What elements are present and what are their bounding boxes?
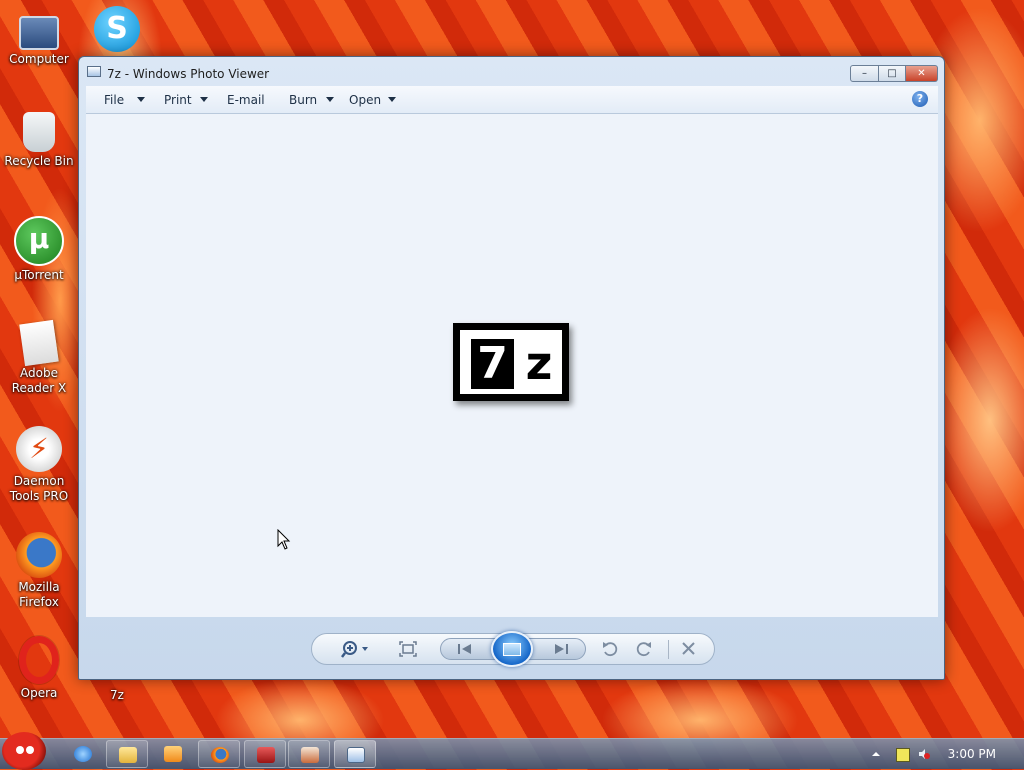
taskbar: 3:00 PM	[0, 732, 1024, 770]
firefox-icon	[211, 747, 229, 763]
menu-file[interactable]: File	[104, 93, 124, 107]
system-tray: 3:00 PM	[854, 739, 1024, 769]
delete-icon[interactable]	[679, 640, 699, 658]
viewer-controls	[311, 631, 715, 667]
rotate-counterclockwise-icon[interactable]	[600, 640, 620, 658]
rotate-clockwise-icon[interactable]	[634, 640, 654, 658]
desktop-icon-label: Recycle Bin	[4, 154, 74, 168]
firefox-icon	[16, 532, 62, 578]
logo-number: 7	[471, 339, 514, 389]
7z-logo-image: 7 z	[453, 323, 569, 401]
menu-burn[interactable]: Burn	[289, 93, 317, 107]
photo-viewer-window: 7z - Windows Photo Viewer – □ ✕ File Pri…	[78, 56, 945, 680]
slideshow-icon[interactable]	[491, 631, 533, 667]
app-icon	[301, 747, 319, 763]
title-bar[interactable]: 7z - Windows Photo Viewer – □ ✕	[79, 57, 944, 85]
logo-letter: z	[525, 336, 553, 390]
menu-open[interactable]: Open	[349, 93, 381, 107]
menu-email[interactable]: E-mail	[227, 93, 265, 107]
minimize-button[interactable]: –	[850, 65, 879, 82]
volume-muted-icon[interactable]	[918, 748, 930, 760]
help-icon[interactable]: ?	[912, 91, 928, 107]
menu-print[interactable]: Print	[164, 93, 192, 107]
maximize-button[interactable]: □	[879, 65, 906, 82]
desktop-icon-label: Opera	[20, 686, 58, 700]
show-hidden-icons-icon[interactable]	[870, 748, 882, 760]
control-separator	[668, 640, 669, 659]
computer-icon	[19, 16, 59, 50]
folder-icon	[119, 747, 137, 763]
chevron-down-icon[interactable]	[326, 97, 334, 102]
taskbar-app-bird[interactable]	[288, 740, 330, 768]
desktop-icon-adobe-reader[interactable]: Adobe Reader X	[0, 319, 78, 396]
ie-icon	[74, 746, 92, 762]
desktop-icon-utorrent[interactable]: µ µTorrent	[0, 216, 78, 283]
chevron-down-icon[interactable]	[137, 97, 145, 102]
mouse-cursor-icon	[277, 529, 291, 550]
desktop-icon-7z[interactable]: 7z	[78, 688, 156, 703]
media-player-icon	[164, 746, 182, 762]
photo-viewer-icon	[347, 747, 365, 763]
desktop-icon-recycle-bin[interactable]: Recycle Bin	[0, 112, 78, 169]
previous-icon[interactable]	[455, 640, 475, 658]
daemon-tools-icon: ⚡	[16, 426, 62, 472]
desktop-icon-label: µTorrent	[14, 268, 64, 282]
taskbar-firefox[interactable]	[198, 740, 240, 768]
desktop-icon-label: 7z	[110, 688, 124, 702]
photo-viewer-icon	[87, 66, 101, 77]
desktop-icon-firefox[interactable]: Mozilla Firefox	[0, 532, 78, 610]
start-orb-icon[interactable]	[2, 732, 46, 770]
menu-bar: File Print E-mail Burn Open ?	[86, 86, 938, 114]
window-controls: – □ ✕	[850, 65, 938, 82]
taskbar-media-player[interactable]	[152, 740, 194, 768]
taskbar-ie[interactable]	[62, 740, 104, 768]
utorrent-icon: µ	[14, 216, 64, 266]
opera-icon	[19, 636, 59, 684]
chevron-down-icon[interactable]	[200, 97, 208, 102]
window-title: 7z - Windows Photo Viewer	[107, 67, 270, 81]
desktop-icon-daemon-tools[interactable]: ⚡ Daemon Tools PRO	[0, 426, 78, 504]
taskbar-app-red[interactable]	[244, 740, 286, 768]
desktop-icon-skype[interactable]: S	[78, 6, 156, 54]
zoom-icon[interactable]	[340, 640, 372, 658]
adobe-reader-icon	[19, 319, 59, 367]
clock[interactable]: 3:00 PM	[948, 747, 996, 761]
next-icon[interactable]	[551, 640, 571, 658]
fit-window-icon[interactable]	[398, 640, 418, 658]
desktop-icon-label: Mozilla Firefox	[18, 580, 60, 609]
skype-icon: S	[94, 6, 140, 52]
image-viewport[interactable]: 7 z	[86, 114, 938, 617]
chevron-down-icon[interactable]	[388, 97, 396, 102]
app-icon	[257, 747, 275, 763]
taskbar-explorer[interactable]	[106, 740, 148, 768]
recycle-bin-icon	[23, 112, 55, 152]
desktop-icon-computer[interactable]: Computer	[0, 8, 78, 67]
desktop-icon-label: Computer	[9, 52, 69, 66]
action-center-icon[interactable]	[896, 748, 910, 762]
desktop-icon-label: Daemon Tools PRO	[9, 474, 69, 503]
taskbar-photo-viewer[interactable]	[334, 740, 376, 768]
desktop-icon-label: Adobe Reader X	[11, 366, 67, 395]
desktop-icon-opera[interactable]: Opera	[0, 636, 78, 701]
close-button[interactable]: ✕	[906, 65, 938, 82]
